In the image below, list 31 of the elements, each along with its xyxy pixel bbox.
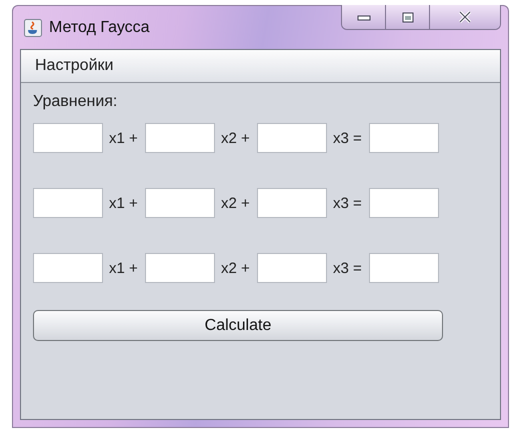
coefficient-field[interactable] — [33, 123, 103, 153]
coefficient-field[interactable] — [33, 253, 103, 283]
coefficient-field[interactable] — [257, 253, 327, 283]
variable-label: x2 + — [220, 260, 251, 276]
variable-label: x3 = — [332, 130, 363, 146]
coefficient-field[interactable] — [145, 188, 215, 218]
variable-label: x1 + — [108, 194, 139, 212]
variable-label: x2 + — [220, 194, 251, 212]
variable-label: x1 + — [108, 260, 139, 276]
minimize-button[interactable] — [342, 5, 386, 29]
coefficient-field[interactable] — [145, 123, 215, 153]
maximize-icon — [402, 12, 414, 22]
result-field[interactable] — [369, 123, 439, 153]
coefficient-field[interactable] — [257, 188, 327, 218]
result-field[interactable] — [369, 188, 439, 218]
minimize-icon — [356, 13, 370, 21]
cup-icon — [24, 18, 42, 36]
variable-label: x2 + — [220, 130, 251, 146]
variable-label: x3 = — [332, 194, 363, 212]
coefficient-field[interactable] — [257, 123, 327, 153]
variable-label: x3 = — [332, 260, 363, 276]
coefficient-field[interactable] — [145, 253, 215, 283]
close-icon — [458, 11, 472, 23]
calculate-button[interactable]: Calculate — [33, 310, 443, 341]
maximize-button[interactable] — [386, 5, 430, 29]
window-title: Метод Гаусса — [49, 18, 150, 36]
coefficient-field[interactable] — [33, 188, 103, 218]
equations-label: Уравнения: — [33, 93, 118, 111]
menu-item[interactable]: Настройки — [35, 57, 114, 75]
result-field[interactable] — [369, 253, 439, 283]
variable-label: x1 + — [108, 130, 139, 146]
